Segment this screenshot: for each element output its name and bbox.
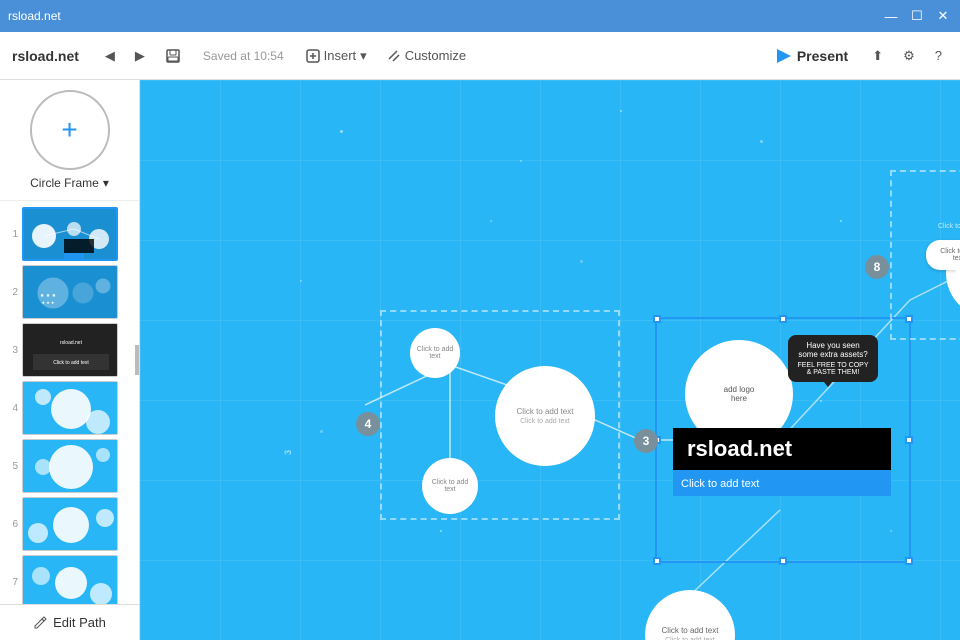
saved-status: Saved at 10:54 — [203, 49, 284, 63]
slide-thumb-2[interactable]: ★ ★ ★ ★ ★ ★ — [22, 265, 118, 319]
bottom-circle-text: Click to add text — [662, 626, 719, 635]
circle-text-sub: Click to add text — [517, 418, 574, 425]
slide-item[interactable]: 2 ★ ★ ★ ★ ★ ★ — [0, 263, 139, 321]
badge-3: 3 — [634, 429, 658, 453]
resize-handle-tm[interactable] — [779, 315, 787, 323]
bubble-line2: FEEL FREE TO COPY & PASTE THEM! — [796, 362, 870, 376]
insert-button[interactable]: Insert ▾ — [300, 44, 373, 68]
maximize-button[interactable]: ☐ — [908, 7, 926, 25]
bubble-line1: Have you seen some extra assets? — [796, 341, 870, 359]
save-button[interactable] — [159, 44, 187, 68]
resize-handle-tl[interactable] — [653, 315, 661, 323]
slide-item[interactable]: 3 rsload.net Click to add text — [0, 321, 139, 379]
resize-handle-bm[interactable] — [779, 557, 787, 565]
slide-thumb-6[interactable] — [22, 497, 118, 551]
slide-thumb-3[interactable]: rsload.net Click to add text — [22, 323, 118, 377]
circle-text-main: Click to add text — [517, 407, 574, 416]
toolbar: rsload.net ◀ ▶ Saved at 10:54 Insert ▾ C… — [0, 32, 960, 80]
slide-item[interactable]: 6 — [0, 495, 139, 553]
settings-button[interactable]: ⚙ — [897, 44, 921, 68]
minimize-button[interactable]: — — [882, 7, 900, 25]
slide-item[interactable]: 4 — [0, 379, 139, 437]
add-logo-line2: here — [724, 394, 755, 403]
dropdown-icon: ▾ — [103, 176, 109, 190]
slide-item[interactable]: 7 — [0, 553, 139, 611]
svg-text:Click to add text: Click to add text — [53, 360, 89, 366]
slide-item[interactable]: 1 — [0, 205, 139, 263]
right-speech-bubble: Click to add text — [926, 240, 960, 270]
edit-path-label: Edit Path — [53, 615, 106, 630]
back-button[interactable]: ◀ — [99, 44, 121, 68]
left-panel: + Circle Frame ▾ 1 — [0, 80, 140, 640]
side-label: 3 — [283, 450, 293, 455]
svg-text:★ ★ ★: ★ ★ ★ — [42, 300, 55, 305]
edit-path-button[interactable]: Edit Path — [0, 604, 139, 640]
logo-cta[interactable]: Click to add text — [673, 470, 891, 496]
circle-frame-icon: + — [30, 90, 110, 170]
title-bar: rsload.net — ☐ ✕ — [0, 0, 960, 32]
logo-frame-bg: rsload.net — [673, 428, 891, 470]
speech-bubble: Have you seen some extra assets? FEEL FR… — [788, 335, 878, 382]
svg-text:rsload.net: rsload.net — [60, 340, 83, 346]
customize-button[interactable]: Customize — [381, 44, 472, 67]
slide-thumb-4[interactable] — [22, 381, 118, 435]
brand-label: rsload.net — [12, 48, 79, 64]
slide-thumb-5[interactable] — [22, 439, 118, 493]
canvas-area[interactable]: 8 4 3 3 Click to add text Click to add t… — [140, 80, 960, 640]
slide-thumb-7[interactable] — [22, 555, 118, 609]
circle-frame-widget[interactable]: + Circle Frame ▾ — [0, 80, 139, 201]
svg-text:★ ★ ★: ★ ★ ★ — [40, 293, 57, 299]
logo-frame[interactable]: rsload.net Click to add text — [673, 428, 891, 496]
right-bubble-label: Click to add text — [938, 223, 960, 230]
resize-handle-bl[interactable] — [653, 557, 661, 565]
large-center-circle[interactable]: Click to add text Click to add text — [495, 366, 595, 466]
plus-icon: + — [61, 116, 77, 144]
small-circle-top-left[interactable]: Click to add text — [410, 328, 460, 378]
circle-frame-label: Circle Frame — [30, 176, 99, 190]
add-logo-line1: add logo — [724, 385, 755, 394]
slide-thumb-1[interactable] — [22, 207, 118, 261]
edit-icon — [33, 616, 47, 630]
bottom-large-circle[interactable]: Click to add text Click to add text — [645, 590, 735, 640]
forward-button[interactable]: ▶ — [129, 44, 151, 68]
share-button[interactable]: ⬆ — [866, 44, 889, 68]
slides-panel: 1 2 — [0, 201, 139, 640]
resize-handle-mr[interactable] — [905, 436, 913, 444]
app-title: rsload.net — [8, 9, 61, 23]
resize-handle-br[interactable] — [905, 557, 913, 565]
badge-4: 4 — [356, 412, 380, 436]
close-button[interactable]: ✕ — [934, 7, 952, 25]
present-button[interactable]: Present — [767, 44, 858, 68]
badge-8: 8 — [865, 255, 889, 279]
play-icon — [777, 49, 791, 63]
slide-item[interactable]: 5 — [0, 437, 139, 495]
logo-text: rsload.net — [687, 436, 792, 461]
small-circle-bottom-left[interactable]: Click to add text — [422, 458, 478, 514]
help-button[interactable]: ? — [929, 44, 948, 67]
